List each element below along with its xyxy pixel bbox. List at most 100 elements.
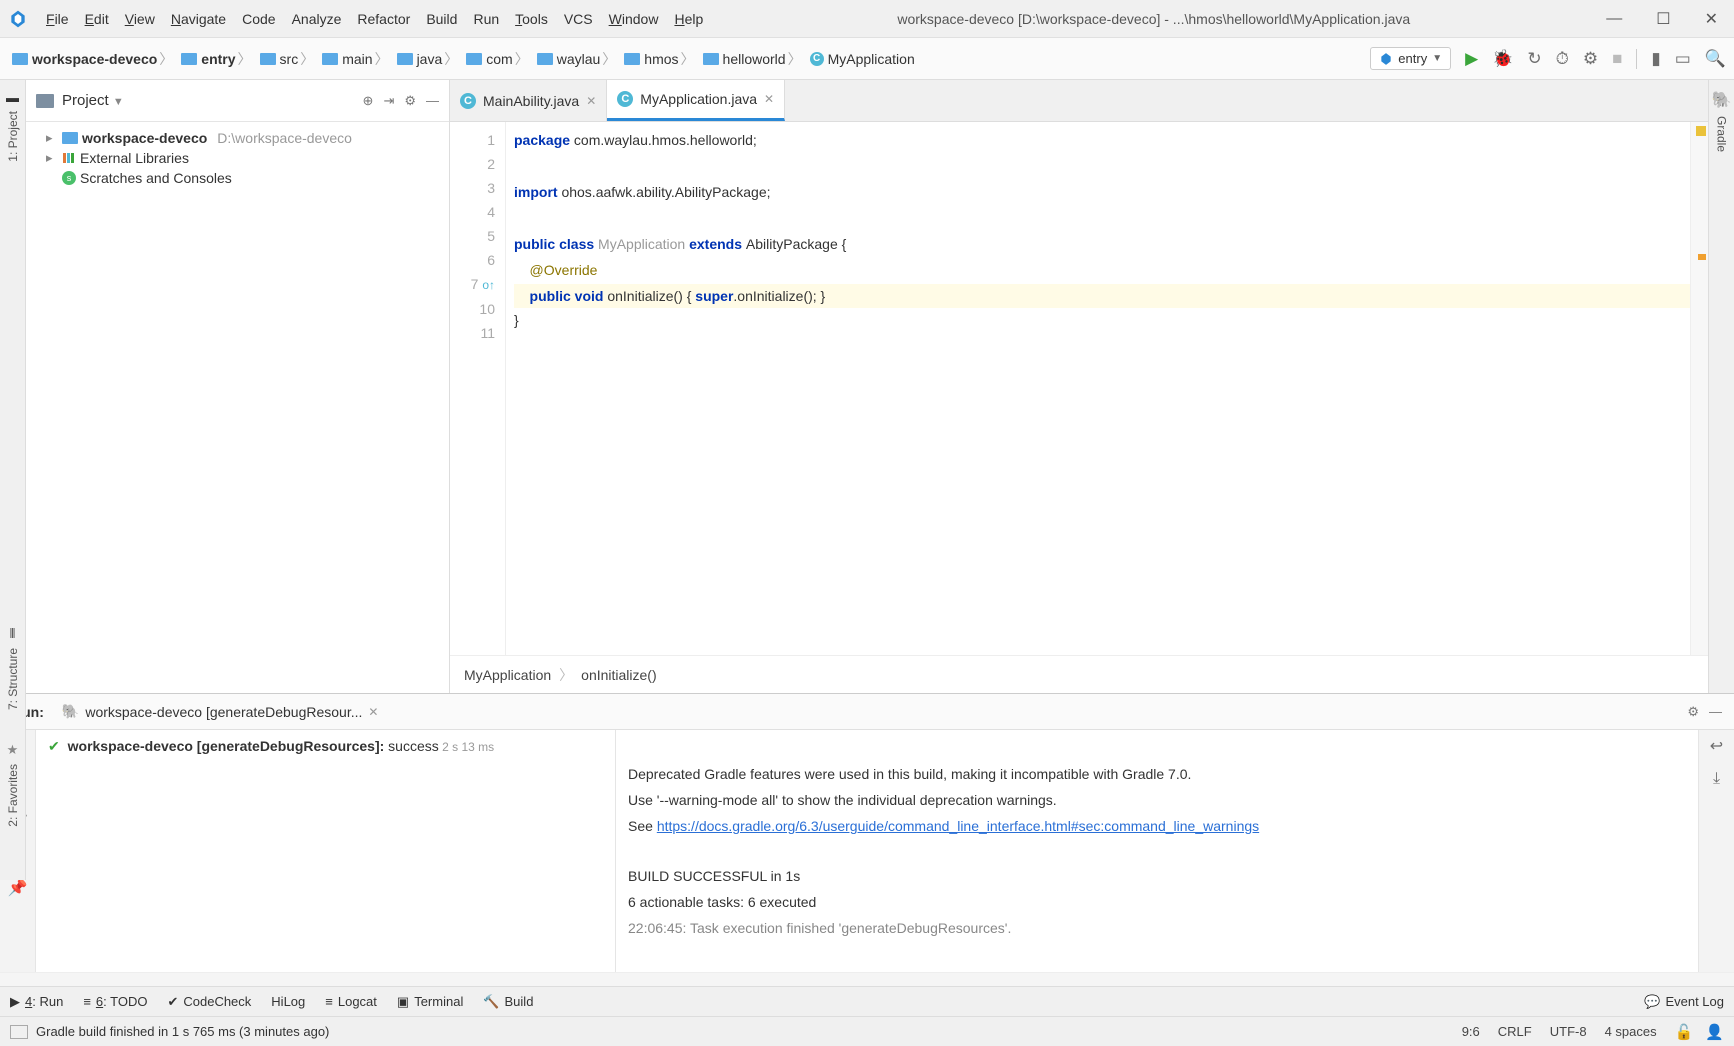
btab-codecheck[interactable]: ✔ CodeCheck: [167, 994, 251, 1010]
gradle-tab[interactable]: Gradle: [1715, 116, 1729, 152]
search-icon[interactable]: 🔍: [1705, 49, 1726, 69]
btab-logcat[interactable]: ≡ Logcat: [325, 994, 377, 1009]
crumb-main[interactable]: main〉: [318, 49, 392, 69]
profile-icon[interactable]: ⏱: [1556, 49, 1569, 69]
favorites-star-icon[interactable]: ★: [7, 742, 19, 758]
btab-run[interactable]: ▶ 4: Run4: Run: [10, 994, 63, 1010]
folder-icon: [397, 53, 413, 65]
run-configuration-selector[interactable]: entry ▼: [1370, 47, 1451, 70]
crumb-root[interactable]: workspace-deveco〉: [8, 49, 177, 69]
menu-edit[interactable]: Edit: [79, 9, 115, 29]
toolbar-actions: entry ▼ ▶ 🐞 ↻ ⏱ ⚙ ■ ▮ ▭ 🔍: [1370, 47, 1726, 70]
menu-navigate[interactable]: Navigate: [165, 9, 232, 29]
tree-libraries[interactable]: ▸External Libraries: [26, 148, 449, 168]
crumb-entry[interactable]: entry〉: [177, 49, 255, 69]
readonly-lock-icon[interactable]: 🔓: [1675, 1023, 1694, 1041]
editor-tabs: CMainAbility.java✕ CMyApplication.java✕: [450, 80, 1708, 122]
btab-terminal[interactable]: ▣ Terminal: [397, 994, 463, 1010]
scroll-end-icon[interactable]: ⤓: [1713, 770, 1720, 788]
crumb-method[interactable]: onInitialize(): [581, 667, 656, 683]
docs-link[interactable]: https://docs.gradle.org/6.3/userguide/co…: [657, 818, 1259, 834]
task-row[interactable]: ✔ workspace-deveco [generateDebugResourc…: [48, 738, 603, 755]
menu-build[interactable]: Build: [420, 9, 463, 29]
project-tab[interactable]: 1: Project: [6, 111, 20, 162]
close-icon[interactable]: ✕: [1697, 5, 1726, 33]
favorites-tab[interactable]: 2: Favorites: [6, 764, 20, 827]
close-tab-icon[interactable]: ✕: [368, 705, 378, 719]
menu-window[interactable]: Window: [603, 9, 665, 29]
btab-todo[interactable]: ≡ 6: TODO6: TODO: [83, 994, 147, 1009]
horizontal-scrollbar[interactable]: [0, 972, 1734, 986]
menu-file[interactable]: FFileile: [40, 9, 75, 29]
status-toggle-icon[interactable]: [10, 1025, 28, 1039]
hide-icon[interactable]: —: [426, 93, 439, 109]
gradle-icon[interactable]: 🐘: [1712, 90, 1732, 110]
folder-icon: [703, 53, 719, 65]
status-message: Gradle build finished in 1 s 765 ms (3 m…: [36, 1024, 329, 1039]
crumb-class[interactable]: MyApplication: [464, 667, 551, 683]
menu-refactor[interactable]: Refactor: [351, 9, 416, 29]
warning-marker-icon[interactable]: [1698, 254, 1706, 260]
btab-hilog[interactable]: HiLog: [271, 994, 305, 1009]
window-title: workspace-deveco [D:\workspace-deveco] -…: [709, 11, 1598, 27]
tree-root[interactable]: ▸workspace-devecoD:\workspace-deveco: [26, 128, 449, 148]
pin-icon[interactable]: 📌: [8, 878, 28, 898]
gear-icon[interactable]: ⚙: [404, 93, 416, 109]
status-encoding[interactable]: UTF-8: [1550, 1024, 1587, 1039]
soft-wrap-icon[interactable]: ↩: [1710, 736, 1723, 756]
locate-icon[interactable]: ⊕: [363, 93, 374, 109]
crumb-com[interactable]: com〉: [462, 49, 532, 69]
gear-icon[interactable]: ⚙: [1687, 704, 1699, 720]
previewer-icon[interactable]: ▭: [1675, 49, 1691, 69]
crumb-hmos[interactable]: hmos〉: [620, 49, 698, 69]
device-icon[interactable]: ▮: [1651, 49, 1660, 69]
project-tool-icon[interactable]: ▬: [6, 90, 19, 105]
crumb-file[interactable]: CMyApplication: [806, 51, 919, 67]
coverage-icon[interactable]: ↻: [1527, 49, 1541, 69]
editor-marker-strip[interactable]: [1690, 122, 1708, 655]
maximize-icon[interactable]: ☐: [1648, 5, 1678, 33]
run-console-toolbar: ↩ ⤓: [1698, 730, 1734, 972]
tree-scratches[interactable]: ▸sScratches and Consoles: [26, 168, 449, 188]
run-icon[interactable]: ▶: [1465, 49, 1478, 69]
menu-code[interactable]: Code: [236, 9, 281, 29]
attach-debugger-icon[interactable]: ⚙: [1583, 49, 1598, 69]
run-panel: Run: 🐘 workspace-deveco [generateDebugRe…: [0, 693, 1734, 986]
menu-vcs[interactable]: VCS: [558, 9, 599, 29]
code-editor[interactable]: package com.waylau.hmos.helloworld; impo…: [506, 122, 1690, 655]
crumb-src[interactable]: src〉: [256, 49, 319, 69]
hide-icon[interactable]: —: [1709, 704, 1722, 719]
minimize-icon[interactable]: —: [1598, 6, 1630, 32]
collapse-icon[interactable]: ⇥: [383, 93, 394, 109]
status-line-separator[interactable]: CRLF: [1498, 1024, 1532, 1039]
close-tab-icon[interactable]: ✕: [586, 94, 596, 108]
structure-icon[interactable]: ⫴: [10, 626, 15, 642]
crumb-waylau[interactable]: waylau〉: [533, 49, 621, 69]
project-view-selector[interactable]: Project ▼: [62, 92, 363, 109]
btab-build[interactable]: 🔨 Build: [483, 994, 533, 1010]
structure-tab[interactable]: 7: Structure: [6, 648, 20, 710]
override-icon[interactable]: o↑: [482, 278, 495, 292]
tab-mainability[interactable]: CMainAbility.java✕: [450, 80, 607, 121]
menu-run[interactable]: Run: [467, 9, 505, 29]
editor-body: 1234567 o↑1011 package com.waylau.hmos.h…: [450, 122, 1708, 655]
project-panel: Project ▼ ⊕ ⇥ ⚙ — ▸workspace-devecoD:\wo…: [26, 80, 450, 693]
tab-myapplication[interactable]: CMyApplication.java✕: [607, 80, 785, 121]
btab-eventlog[interactable]: 💬 Event Log: [1644, 994, 1724, 1010]
crumb-helloworld[interactable]: helloworld〉: [699, 49, 806, 69]
crumb-java[interactable]: java〉: [393, 49, 463, 69]
run-task-tree: ✔ workspace-deveco [generateDebugResourc…: [36, 730, 616, 972]
status-indent[interactable]: 4 spaces: [1605, 1024, 1657, 1039]
menu-analyze[interactable]: Analyze: [286, 9, 348, 29]
menu-view[interactable]: View: [119, 9, 161, 29]
menu-tools[interactable]: Tools: [509, 9, 554, 29]
run-console[interactable]: Deprecated Gradle features were used in …: [616, 730, 1698, 972]
close-tab-icon[interactable]: ✕: [764, 92, 774, 106]
menu-help[interactable]: Help: [668, 9, 709, 29]
status-caret-position[interactable]: 9:6: [1462, 1024, 1480, 1039]
debug-icon[interactable]: 🐞: [1492, 49, 1513, 69]
libraries-icon: [62, 151, 76, 165]
run-tab[interactable]: 🐘 workspace-deveco [generateDebugResour.…: [54, 703, 387, 720]
code-with-me-icon[interactable]: 👤: [1705, 1023, 1724, 1041]
stop-icon[interactable]: ■: [1612, 49, 1622, 69]
